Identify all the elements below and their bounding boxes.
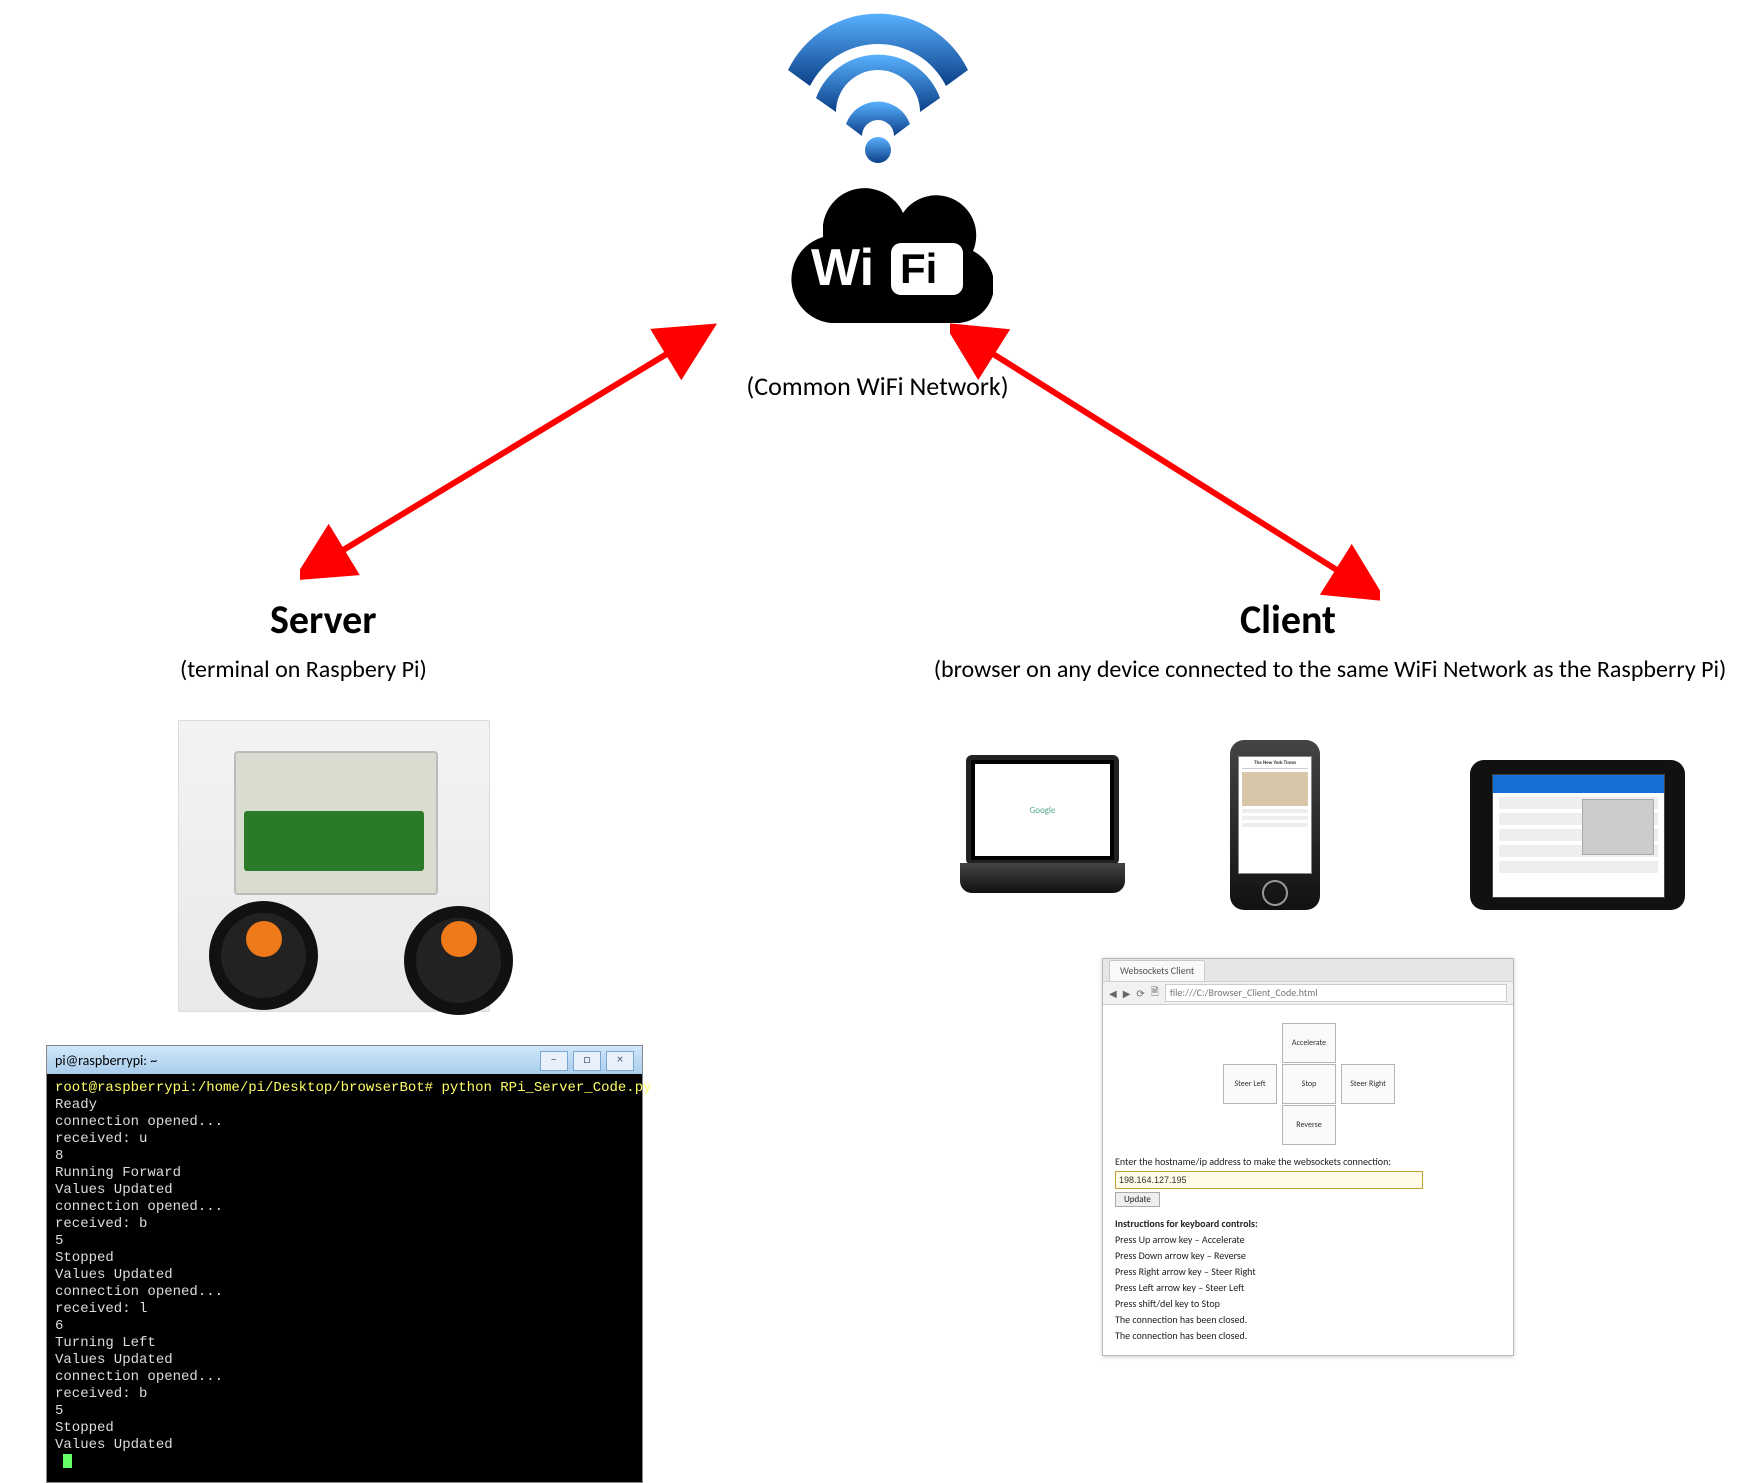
arrow-client-icon (950, 322, 1380, 602)
reverse-button[interactable]: Reverse (1282, 1105, 1336, 1145)
server-title: Server (270, 595, 377, 644)
terminal-output: root@raspberrypi:/home/pi/Desktop/browse… (47, 1074, 642, 1482)
stop-button[interactable]: Stop (1282, 1064, 1336, 1104)
instruction-line: Press Down arrow key – Reverse (1115, 1249, 1501, 1262)
page-icon: 🗎 (1151, 985, 1159, 1002)
terminal-window: pi@raspberrypi: ~ – □ × root@raspberrypi… (46, 1045, 643, 1483)
browser-toolbar: ◀ ▶ ⟳ 🗎 file:///C:/Browser_Client_Code.h… (1103, 981, 1513, 1005)
instructions-list: Press Up arrow key – Accelerate Press Dow… (1115, 1233, 1501, 1342)
instruction-line: Press Left arrow key – Steer Left (1115, 1281, 1501, 1294)
server-subtitle: (terminal on Raspbery Pi) (180, 655, 427, 684)
accelerate-button[interactable]: Accelerate (1282, 1023, 1336, 1063)
update-button[interactable]: Update (1115, 1192, 1160, 1207)
client-title: Client (1240, 595, 1336, 644)
tablet-icon (1470, 760, 1685, 910)
phone-home-icon (1262, 880, 1288, 906)
maximize-icon[interactable]: □ (573, 1051, 601, 1071)
browser-tabstrip: Websockets Client (1103, 959, 1513, 981)
laptop-icon: Google (960, 755, 1125, 890)
client-subtitle: (browser on any device connected to the … (920, 655, 1740, 684)
instruction-line: The connection has been closed. (1115, 1329, 1501, 1342)
client-browser-window: Websockets Client ◀ ▶ ⟳ 🗎 file:///C:/Bro… (1102, 958, 1514, 1356)
phone-header-text: The New York Times (1242, 760, 1308, 769)
arrow-server-icon (300, 322, 720, 592)
steer-left-button[interactable]: Steer Left (1223, 1064, 1277, 1104)
close-icon[interactable]: × (606, 1051, 634, 1071)
steer-right-button[interactable]: Steer Right (1341, 1064, 1395, 1104)
instruction-line: Press shift/del key to Stop (1115, 1297, 1501, 1310)
robot-image (178, 720, 490, 1012)
ip-input[interactable] (1115, 1171, 1423, 1189)
instruction-line: Press Right arrow key – Steer Right (1115, 1265, 1501, 1278)
minimize-icon[interactable]: – (540, 1051, 568, 1071)
instructions-title: Instructions for keyboard controls: (1115, 1217, 1501, 1230)
forward-icon[interactable]: ▶ (1123, 987, 1131, 1000)
svg-text:Wi: Wi (811, 239, 874, 297)
svg-text:Fi: Fi (900, 245, 937, 292)
ip-prompt: Enter the hostname/ip address to make th… (1115, 1155, 1501, 1168)
back-icon[interactable]: ◀ (1109, 987, 1117, 1000)
wifi-logo-icon: Wi Fi (763, 185, 993, 330)
window-controls: – □ × (538, 1050, 634, 1071)
reload-icon[interactable]: ⟳ (1136, 987, 1144, 1000)
browser-tab[interactable]: Websockets Client (1109, 960, 1205, 981)
laptop-screen-text: Google (975, 764, 1110, 856)
phone-icon: The New York Times (1230, 740, 1320, 910)
wifi-signal-icon (768, 8, 988, 163)
instruction-line: The connection has been closed. (1115, 1313, 1501, 1326)
instruction-line: Press Up arrow key – Accelerate (1115, 1233, 1501, 1246)
terminal-titlebar: pi@raspberrypi: ~ – □ × (47, 1046, 642, 1074)
dpad-controls: Accelerate Steer Left Stop Steer Right R… (1223, 1023, 1393, 1143)
url-field[interactable]: file:///C:/Browser_Client_Code.html (1165, 984, 1507, 1002)
terminal-title: pi@raspberrypi: ~ (55, 1052, 157, 1069)
